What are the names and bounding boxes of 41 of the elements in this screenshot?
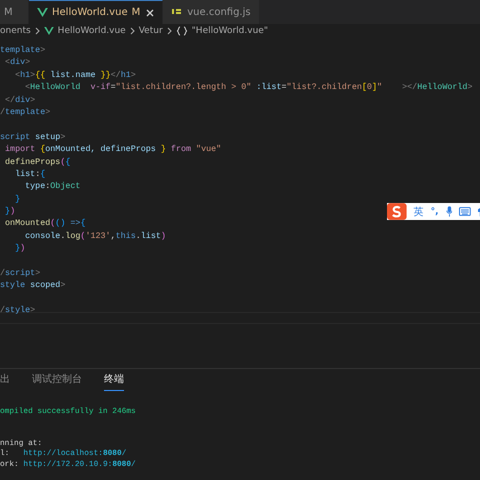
code-line: import {onMounted, defineProps } from "vue": [4, 143, 222, 156]
code-line: list:{: [14, 168, 46, 180]
breadcrumb-item[interactable]: "HelloWorld.vue": [192, 26, 268, 36]
code-line: /style>: [0, 304, 36, 317]
code-line: /script>: [0, 267, 40, 280]
panel-tab[interactable]: 出: [0, 369, 10, 391]
code-line: <div>: [4, 56, 30, 69]
panel-tab[interactable]: 调试控制台: [32, 369, 82, 391]
chevron-icon: [166, 26, 172, 34]
vue-file-icon: [37, 8, 48, 17]
code-line: </div>: [4, 94, 36, 106]
code-line: defineProps({: [4, 156, 70, 168]
code-line: template>: [0, 44, 46, 56]
vue-file-icon: [44, 26, 54, 34]
punctuation-toggle[interactable]: °,: [430, 206, 439, 216]
code-line: }: [14, 192, 20, 206]
chevron-icon: [130, 26, 135, 34]
code-line: type:Object: [24, 180, 80, 193]
chevron-icon: [34, 26, 40, 34]
code-line: onMounted(() =>{: [4, 217, 86, 230]
keyboard-icon[interactable]: [459, 207, 472, 216]
breadcrumb-item[interactable]: onents: [0, 26, 31, 36]
editor-tab[interactable]: HelloWorld.vue M: [29, 0, 164, 24]
code-line: }): [4, 205, 16, 218]
code-line: script setup>: [0, 130, 66, 144]
breadcrumb-item[interactable]: Vetur: [138, 26, 163, 36]
input-mode-toggle[interactable]: 英: [414, 204, 424, 218]
panel-tab[interactable]: 终端: [104, 369, 124, 391]
code-line: style scoped>: [0, 279, 66, 292]
js-file-icon: [171, 8, 184, 16]
code-line: /template>: [0, 106, 50, 118]
close-icon[interactable]: [146, 8, 154, 16]
code-line: <h1>{{ list.name }}</h1>: [14, 68, 136, 82]
code-line: <HelloWorld v-if="list.children?.length > 0" :list="list?.children[0]" ></HelloWorld>: [24, 81, 472, 94]
code-line: console.log('123',this.list): [24, 230, 166, 242]
editor-tab[interactable]: vue.config.js: [163, 0, 260, 24]
microphone-icon[interactable]: [446, 206, 452, 217]
editor-tab[interactable]: M: [0, 0, 29, 24]
code-line: }): [14, 242, 26, 255]
braces-icon: [176, 26, 188, 36]
breadcrumb-item[interactable]: HelloWorld.vue: [58, 26, 126, 36]
